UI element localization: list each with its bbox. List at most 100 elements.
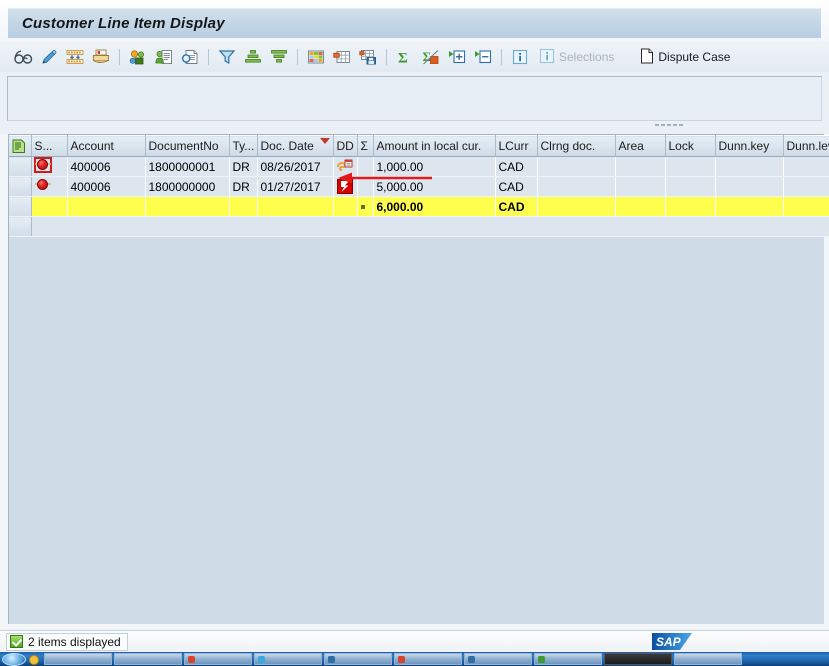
cell-sigma (357, 156, 374, 177)
taskbar-item[interactable] (674, 653, 742, 665)
select-layout-icon[interactable] (329, 45, 355, 69)
account-master-icon[interactable] (151, 45, 177, 69)
select-all-header[interactable] (9, 135, 32, 157)
column-header-account[interactable]: Account (67, 135, 146, 157)
document-search-icon[interactable] (177, 45, 203, 69)
table-header-row: S... Account DocumentNo Ty... Doc. Date … (9, 135, 829, 157)
column-header-dd[interactable]: DD (333, 135, 358, 157)
total-cell-account (67, 196, 146, 217)
taskbar-item[interactable] (114, 653, 182, 665)
taskbar-item[interactable] (184, 653, 252, 665)
cell-dd[interactable] (333, 176, 358, 197)
column-header-dunnkey[interactable]: Dunn.key (715, 135, 784, 157)
column-header-documentno[interactable]: DocumentNo (145, 135, 230, 157)
svg-text:Σ: Σ (423, 49, 432, 64)
glasses-icon[interactable] (10, 45, 36, 69)
status-message: 2 items displayed (6, 632, 128, 651)
environment-icon[interactable] (125, 45, 151, 69)
cell-dd[interactable] (333, 156, 358, 177)
table-row[interactable]: 400006 1800000001 DR 08/26/2017 1,000.00… (9, 156, 829, 177)
row-selector[interactable] (9, 176, 32, 197)
column-header-lcurr[interactable]: LCurr (495, 135, 538, 157)
column-header-docdate-label: Doc. Date (260, 139, 314, 153)
expand-all-icon[interactable] (444, 45, 470, 69)
toolbar-separator (297, 49, 298, 65)
sort-descending-icon[interactable] (266, 45, 292, 69)
windows-taskbar (0, 652, 829, 666)
selections-label: Selections (559, 50, 615, 64)
cell-sigma (357, 176, 374, 197)
pencil-icon[interactable] (36, 45, 62, 69)
column-header-amount[interactable]: Amount in local cur. (373, 135, 496, 157)
cell-dunnkey (715, 156, 784, 177)
column-header-type[interactable]: Ty... (229, 135, 258, 157)
cell-lcurr: CAD (495, 176, 538, 197)
cell-lock (665, 156, 716, 177)
page-title: Customer Line Item Display (22, 15, 225, 32)
total-marker (357, 196, 374, 217)
taskbar-item[interactable] (254, 653, 322, 665)
row-selector[interactable] (9, 156, 32, 177)
empty-grid-area (31, 216, 829, 237)
cell-area (615, 176, 666, 197)
title-bar-region: Customer Line Item Display (0, 0, 829, 42)
red-status-dot-icon (33, 157, 52, 173)
dispute-case-button[interactable]: Dispute Case (634, 45, 736, 69)
info-icon (539, 48, 555, 67)
toolbar-separator (119, 49, 120, 65)
column-header-sigma[interactable]: Σ (357, 135, 374, 157)
panel-resize-grip[interactable] (655, 122, 693, 127)
cell-type: DR (229, 176, 258, 197)
column-header-status[interactable]: S... (31, 135, 68, 157)
save-layout-icon[interactable] (355, 45, 381, 69)
total-cell-clrngdoc (537, 196, 616, 217)
table-row[interactable]: 400006 1800000000 DR 01/27/2017 5,000.00… (9, 176, 829, 197)
collapse-all-icon[interactable] (470, 45, 496, 69)
start-orb-icon[interactable] (2, 652, 26, 666)
mass-change-icon[interactable] (62, 45, 88, 69)
filter-icon[interactable] (214, 45, 240, 69)
cell-dunnlevel (783, 176, 829, 197)
column-header-clrngdoc[interactable]: Clrng doc. (537, 135, 616, 157)
cell-dunnkey (715, 176, 784, 197)
red-status-dot-icon (34, 178, 51, 192)
table-total-row: 6,000.00 CAD (9, 196, 829, 217)
taskbar-item[interactable] (44, 653, 112, 665)
quicklaunch-icon[interactable] (28, 653, 42, 665)
cell-status[interactable] (31, 176, 68, 197)
taskbar-item[interactable] (604, 653, 672, 665)
sap-gui-window: Customer Line Item Display Σ Σ Selection… (0, 0, 829, 666)
print-icon[interactable] (88, 45, 114, 69)
table-empty-area (9, 216, 829, 237)
selection-panel[interactable] (7, 76, 822, 121)
info-icon[interactable] (507, 45, 533, 69)
layout-grid-icon[interactable] (303, 45, 329, 69)
column-header-dunnlevel[interactable]: Dunn.level (783, 135, 829, 157)
title-bar: Customer Line Item Display (8, 8, 821, 38)
sap-logo: SAP (652, 633, 692, 650)
toolbar-separator (208, 49, 209, 65)
total-sigma-icon[interactable]: Σ (392, 45, 418, 69)
column-header-area[interactable]: Area (615, 135, 666, 157)
row-selector[interactable] (9, 196, 32, 217)
sort-descending-indicator-icon (319, 138, 330, 144)
dispute-case-red-icon (336, 179, 353, 195)
toolbar-separator (501, 49, 502, 65)
table-body: 400006 1800000001 DR 08/26/2017 1,000.00… (9, 156, 829, 237)
subtotal-icon[interactable]: Σ (418, 45, 444, 69)
application-toolbar: Σ Σ Selections Dispute Case (0, 42, 829, 72)
column-header-lock[interactable]: Lock (665, 135, 716, 157)
cell-amount: 5,000.00 (373, 176, 496, 197)
taskbar-item[interactable] (394, 653, 462, 665)
taskbar-item[interactable] (464, 653, 532, 665)
toolbar-separator (386, 49, 387, 65)
cell-status[interactable] (31, 156, 68, 177)
payment-terms-icon (336, 159, 353, 174)
taskbar-item[interactable] (324, 653, 392, 665)
selections-button[interactable]: Selections (533, 45, 620, 69)
column-header-docdate[interactable]: Doc. Date (257, 135, 334, 157)
taskbar-item[interactable] (534, 653, 602, 665)
sort-ascending-icon[interactable] (240, 45, 266, 69)
total-cell-amount: 6,000.00 (373, 196, 496, 217)
success-check-icon (10, 635, 23, 648)
